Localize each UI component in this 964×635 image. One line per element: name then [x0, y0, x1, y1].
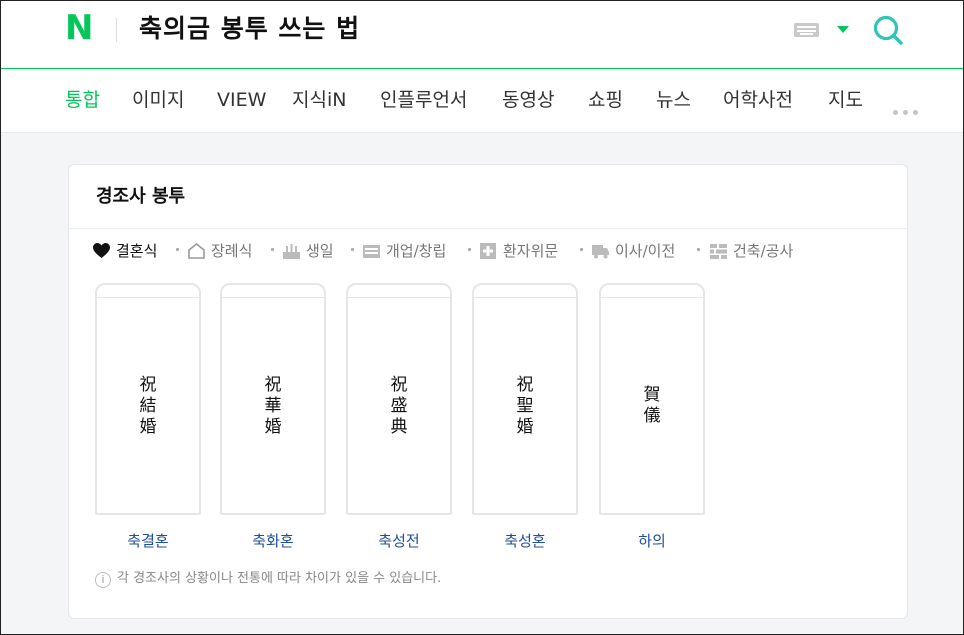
tab-view[interactable]: VIEW [217, 87, 266, 113]
tab-news[interactable]: 뉴스 [656, 87, 691, 113]
cross-icon [480, 243, 496, 259]
separator-dot [271, 248, 274, 251]
envelope-label[interactable]: 축성혼 [472, 530, 578, 552]
separator-dot [176, 248, 179, 251]
separator-dot [580, 248, 583, 251]
more-tabs-icon[interactable] [893, 100, 923, 119]
house-icon [188, 243, 205, 259]
category-label: 환자위문 [503, 242, 559, 260]
envelope-char: 祝 [390, 375, 408, 395]
envelope-char: 盛 [390, 396, 408, 416]
cake-icon [283, 244, 300, 259]
naver-logo[interactable]: N [65, 11, 95, 45]
envelope-flap [474, 297, 576, 298]
bricks-icon [710, 244, 727, 259]
envelope-flap [222, 297, 324, 298]
separator-dot [697, 248, 700, 251]
chevron-down-icon[interactable] [837, 26, 849, 33]
envelope-label[interactable]: 축성전 [346, 530, 452, 552]
envelope-label[interactable]: 하의 [599, 530, 705, 552]
envelope-label[interactable]: 축결혼 [95, 530, 201, 552]
envelope-flap [601, 297, 703, 298]
envelope-char: 婚 [264, 417, 282, 437]
envelope-char: 聖 [516, 396, 534, 416]
category-label: 건축/공사 [733, 242, 794, 260]
store-icon [363, 245, 380, 258]
heart-icon [93, 243, 110, 258]
envelope-char: 婚 [516, 417, 534, 437]
tab-all[interactable]: 통합 [65, 87, 100, 113]
search-tabs: 통합 이미지 VIEW 지식iN 인플루언서 동영상 쇼핑 뉴스 어학사전 지도 [1, 70, 963, 133]
envelope-card: 경조사 봉투 결혼식 장례식 생일 개업/창립 환자위문 이사/이전 건축/공사… [68, 164, 908, 619]
envelope-char: 華 [264, 396, 282, 416]
separator-dot [351, 248, 354, 251]
category-label: 생일 [306, 242, 334, 260]
tab-dictionary[interactable]: 어학사전 [723, 87, 793, 113]
card-divider [69, 228, 907, 229]
envelope-flap [348, 297, 450, 298]
tab-images[interactable]: 이미지 [132, 87, 184, 113]
envelope-char: 祝 [264, 375, 282, 395]
category-label: 장례식 [211, 242, 253, 260]
category-label: 개업/창립 [386, 242, 447, 260]
notice-text: 각 경조사의 상황이나 전통에 따라 차이가 있을 수 있습니다. [117, 571, 442, 586]
envelope-flap [97, 297, 199, 298]
envelope-char: 賀 [643, 385, 661, 405]
tab-shopping[interactable]: 쇼핑 [588, 87, 623, 113]
envelope-item[interactable]: 祝 華 婚 [220, 283, 326, 515]
category-label: 이사/이전 [615, 242, 676, 260]
envelope-char: 儀 [643, 406, 661, 426]
search-header: N 축의금 봉투 쓰는 법 [1, 1, 963, 69]
envelope-item[interactable]: 祝 聖 婚 [472, 283, 578, 515]
envelope-char: 典 [390, 417, 408, 437]
info-icon: i [95, 572, 111, 588]
header-divider [116, 18, 117, 42]
envelope-item[interactable]: 祝 結 婚 [95, 283, 201, 515]
truck-icon [592, 245, 609, 259]
tab-video[interactable]: 동영상 [502, 87, 554, 113]
tab-kin[interactable]: 지식iN [292, 87, 346, 113]
envelope-char: 祝 [516, 375, 534, 395]
envelope-char: 結 [139, 396, 157, 416]
separator-dot [468, 248, 471, 251]
category-label: 결혼식 [116, 242, 158, 260]
envelope-item[interactable]: 祝 盛 典 [346, 283, 452, 515]
card-title: 경조사 봉투 [96, 186, 186, 207]
search-query-text[interactable]: 축의금 봉투 쓰는 법 [139, 11, 360, 47]
envelope-char: 祝 [139, 375, 157, 395]
envelope-item[interactable]: 賀 儀 [599, 283, 705, 515]
search-icon[interactable] [872, 14, 904, 46]
envelope-label[interactable]: 축화혼 [220, 530, 326, 552]
tab-influencer[interactable]: 인플루언서 [380, 87, 467, 113]
keyboard-icon[interactable] [794, 23, 819, 37]
tab-map[interactable]: 지도 [828, 87, 863, 113]
envelope-char: 婚 [139, 417, 157, 437]
